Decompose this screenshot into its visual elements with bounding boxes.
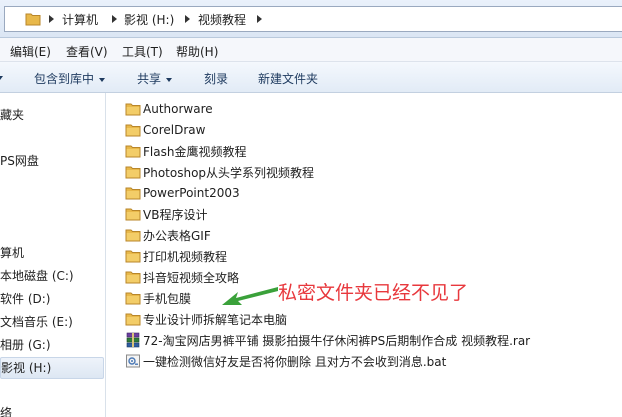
list-item[interactable]: 72-淘宝网店男裤平铺 摄影拍摄牛仔休闲裤PS后期制作合成 视频教程.rar: [125, 330, 530, 350]
list-item[interactable]: 打印机视频教程: [125, 246, 227, 266]
breadcrumb-drive-h[interactable]: 影视 (H:): [124, 11, 174, 28]
share-label: 共享: [137, 72, 162, 86]
folder-icon: [125, 292, 141, 305]
list-item[interactable]: 一键检测微信好友是否将你删除 且对方不会收到消息.bat: [125, 351, 446, 371]
file-name: PowerPoint2003: [143, 186, 240, 200]
file-name: 打印机视频教程: [143, 249, 228, 264]
breadcrumb-separator-icon[interactable]: [112, 15, 117, 23]
breadcrumb-video-tutorials[interactable]: 视频教程: [198, 11, 246, 28]
file-name: 一键检测微信好友是否将你删除 且对方不会收到消息.bat: [143, 354, 447, 369]
nav-item-network[interactable]: 络: [0, 403, 104, 417]
folder-icon: [125, 166, 141, 179]
folder-icon: [125, 250, 141, 263]
file-name: CorelDraw: [143, 123, 206, 137]
nav-item-drive-g[interactable]: 相册 (G:): [0, 335, 104, 355]
share-button[interactable]: 共享: [137, 70, 173, 87]
nav-item-favorites[interactable]: 藏夹: [0, 105, 104, 125]
new-folder-button[interactable]: 新建文件夹: [258, 70, 318, 87]
list-item[interactable]: 手机包膜: [125, 288, 191, 308]
list-item[interactable]: 办公表格GIF: [125, 225, 211, 245]
rar-archive-icon: [126, 332, 140, 348]
folder-icon: [125, 124, 141, 137]
nav-item-drive-h[interactable]: 影视 (H:): [0, 357, 104, 379]
breadcrumb-computer[interactable]: 计算机: [62, 11, 98, 28]
breadcrumb-separator-icon[interactable]: [185, 15, 190, 23]
folder-icon: [125, 103, 141, 116]
file-name: Photoshop从头学系列视频教程: [143, 165, 315, 180]
list-item[interactable]: Flash金鹰视频教程: [125, 141, 246, 161]
folder-icon: [125, 313, 141, 326]
nav-item-computer[interactable]: 算机: [0, 243, 104, 263]
organize-caret-icon[interactable]: [0, 76, 3, 80]
menu-tools[interactable]: 工具(T): [122, 43, 163, 60]
folder-icon: [125, 145, 141, 158]
breadcrumb-separator-icon[interactable]: [257, 15, 262, 23]
batch-file-icon: [126, 354, 140, 368]
list-item[interactable]: Authorware: [125, 99, 213, 119]
menu-help[interactable]: 帮助(H): [176, 43, 218, 60]
folder-icon: [25, 13, 41, 26]
breadcrumb[interactable]: 计算机 影视 (H:) 视频教程: [4, 6, 622, 32]
file-name: Authorware: [143, 102, 213, 116]
file-name: 办公表格GIF: [143, 228, 211, 243]
folder-icon: [125, 208, 141, 221]
folder-icon: [125, 187, 141, 200]
folder-icon: [125, 229, 141, 242]
command-bar: 包含到库中 共享 刻录 新建文件夹: [0, 62, 622, 93]
list-item[interactable]: CorelDraw: [125, 120, 205, 140]
file-name: 72-淘宝网店男裤平铺 摄影拍摄牛仔休闲裤PS后期制作合成 视频教程.rar: [143, 333, 531, 348]
folder-icon: [125, 271, 141, 284]
file-name: VB程序设计: [143, 207, 208, 222]
list-item[interactable]: PowerPoint2003: [125, 183, 240, 203]
navigation-pane: 藏夹 PS网盘 算机 本地磁盘 (C:) 软件 (D:) 文档音乐 (E:) 相…: [0, 93, 106, 417]
nav-item-drive-d[interactable]: 软件 (D:): [0, 289, 104, 309]
menu-bar: 编辑(E) 查看(V) 工具(T) 帮助(H): [0, 38, 622, 62]
burn-button[interactable]: 刻录: [204, 70, 228, 87]
menu-edit[interactable]: 编辑(E): [10, 43, 51, 60]
list-item[interactable]: VB程序设计: [125, 204, 207, 224]
list-item[interactable]: 专业设计师拆解笔记本电脑: [125, 309, 287, 329]
file-name: Flash金鹰视频教程: [143, 144, 247, 159]
nav-item-drive-e[interactable]: 文档音乐 (E:): [0, 312, 104, 332]
nav-item-wps-cloud[interactable]: PS网盘: [0, 151, 104, 171]
menu-view[interactable]: 查看(V): [66, 43, 108, 60]
arrow-icon: [222, 287, 278, 305]
chevron-down-icon: [99, 77, 106, 82]
include-in-library-button[interactable]: 包含到库中: [34, 70, 106, 87]
file-list: Authorware CorelDraw Flash金鹰视频教程 Photosh…: [107, 93, 622, 417]
breadcrumb-separator-icon[interactable]: [49, 15, 54, 23]
address-bar: 计算机 影视 (H:) 视频教程: [0, 0, 622, 38]
file-name: 手机包膜: [143, 291, 192, 306]
include-in-library-label: 包含到库中: [34, 72, 95, 86]
annotation-label: 私密文件夹已经不见了: [278, 282, 469, 304]
list-item[interactable]: Photoshop从头学系列视频教程: [125, 162, 314, 182]
file-name: 专业设计师拆解笔记本电脑: [143, 312, 288, 327]
chevron-down-icon: [166, 77, 173, 82]
nav-item-drive-c[interactable]: 本地磁盘 (C:): [0, 266, 104, 286]
